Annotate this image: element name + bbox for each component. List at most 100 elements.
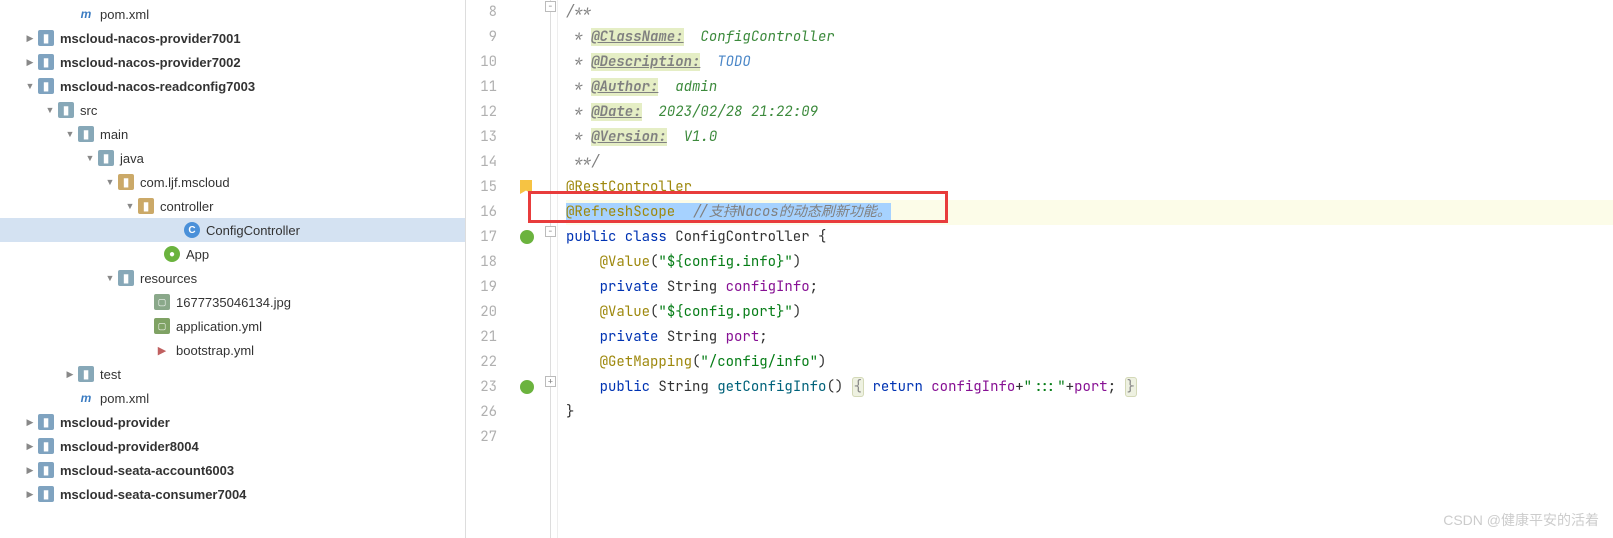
- expand-arrow-icon[interactable]: ▶: [64, 368, 76, 380]
- module-icon: ▮: [38, 54, 54, 70]
- expand-arrow-icon[interactable]: ▼: [104, 272, 116, 284]
- fold-icon[interactable]: −: [545, 226, 556, 237]
- code-area[interactable]: /** * @ClassName: ConfigController * @De…: [558, 0, 1613, 538]
- tree-item-label: App: [186, 247, 209, 262]
- tree-item-pom-xml[interactable]: mpom.xml: [0, 386, 465, 410]
- expand-arrow-icon[interactable]: ▶: [24, 488, 36, 500]
- tree-item-mscloud-seata-account6003[interactable]: ▶▮ mscloud-seata-account6003: [0, 458, 465, 482]
- tree-item-1677735046134-jpg[interactable]: ▢1677735046134.jpg: [0, 290, 465, 314]
- gutter-mark: [516, 50, 544, 75]
- code-line[interactable]: public String getConfigInfo() { return c…: [566, 375, 1613, 400]
- code-line[interactable]: public class ConfigController {: [566, 225, 1613, 250]
- expand-arrow-icon[interactable]: ▶: [24, 32, 36, 44]
- code-line[interactable]: private String configInfo;: [566, 275, 1613, 300]
- gutter-mark: [516, 125, 544, 150]
- spring-icon[interactable]: [520, 230, 534, 244]
- folder-icon: ▮: [78, 126, 94, 142]
- spring-icon: ●: [164, 246, 180, 262]
- fold-icon[interactable]: +: [545, 376, 556, 387]
- tree-item-resources[interactable]: ▼▮resources: [0, 266, 465, 290]
- tree-item-label: resources: [140, 271, 197, 286]
- code-line[interactable]: @GetMapping("/config/info"): [566, 350, 1613, 375]
- folder-icon: ▮: [58, 102, 74, 118]
- expand-arrow-icon[interactable]: ▼: [64, 128, 76, 140]
- tree-item-mscloud-seata-consumer7004[interactable]: ▶▮mscloud-seata-consumer7004: [0, 482, 465, 506]
- tree-item-label: application.yml: [176, 319, 262, 334]
- tree-item-controller[interactable]: ▼▮controller: [0, 194, 465, 218]
- code-line[interactable]: @Value("${config.port}"): [566, 300, 1613, 325]
- project-tree[interactable]: mpom.xml▶▮mscloud-nacos-provider7001▶▮ms…: [0, 0, 466, 538]
- line-number: 12: [466, 100, 497, 125]
- line-number: 11: [466, 75, 497, 100]
- code-line[interactable]: @RestController: [566, 175, 1613, 200]
- tree-item-label: java: [120, 151, 144, 166]
- expand-arrow-icon[interactable]: ▼: [104, 176, 116, 188]
- expand-arrow-icon[interactable]: ▶: [24, 464, 36, 476]
- tree-item-mscloud-provider8004[interactable]: ▶▮mscloud-provider8004: [0, 434, 465, 458]
- gutter-mark: [516, 25, 544, 50]
- folder-icon: ▮: [98, 150, 114, 166]
- expand-arrow-icon[interactable]: ▼: [84, 152, 96, 164]
- code-line[interactable]: }: [566, 400, 1613, 425]
- tree-item-java[interactable]: ▼▮ java: [0, 146, 465, 170]
- tree-item-label: mscloud-nacos-readconfig7003: [60, 79, 255, 94]
- tree-item-mscloud-nacos-readconfig7003[interactable]: ▼▮mscloud-nacos-readconfig7003: [0, 74, 465, 98]
- module-icon: ▮: [38, 462, 54, 478]
- line-number: 17: [466, 225, 497, 250]
- tree-item-application-yml[interactable]: ▢ application.yml: [0, 314, 465, 338]
- code-editor[interactable]: 8910111213141516171819202122232627 − − +…: [466, 0, 1613, 538]
- tree-item-bootstrap-yml[interactable]: ▶bootstrap.yml: [0, 338, 465, 362]
- tree-item-pom-xml[interactable]: mpom.xml: [0, 2, 465, 26]
- tree-item-mscloud-nacos-provider7002[interactable]: ▶▮mscloud-nacos-provider7002: [0, 50, 465, 74]
- tree-item-com-ljf-mscloud[interactable]: ▼▮ com.ljf.mscloud: [0, 170, 465, 194]
- tree-item-app[interactable]: ● App: [0, 242, 465, 266]
- tree-item-test[interactable]: ▶▮ test: [0, 362, 465, 386]
- tree-item-main[interactable]: ▼▮ main: [0, 122, 465, 146]
- tree-item-src[interactable]: ▼▮src: [0, 98, 465, 122]
- code-line[interactable]: @Value("${config.info}"): [566, 250, 1613, 275]
- code-line[interactable]: * @Description: TODO: [566, 50, 1613, 75]
- expand-arrow-icon: [150, 248, 162, 260]
- img-icon: ▢: [154, 294, 170, 310]
- expand-arrow-icon[interactable]: ▶: [24, 416, 36, 428]
- tree-item-mscloud-provider[interactable]: ▶▮mscloud-provider: [0, 410, 465, 434]
- line-number: 27: [466, 425, 497, 450]
- tree-item-label: mscloud-seata-account6003: [60, 463, 234, 478]
- yml-icon: ▢: [154, 318, 170, 334]
- code-line[interactable]: @RefreshScope //支持Nacos的动态刷新功能。: [566, 200, 1613, 225]
- code-line[interactable]: * @ClassName: ConfigController: [566, 25, 1613, 50]
- module-icon: ▮: [38, 30, 54, 46]
- code-line[interactable]: /**: [566, 0, 1613, 25]
- expand-arrow-icon[interactable]: ▶: [24, 56, 36, 68]
- code-line[interactable]: * @Author: admin: [566, 75, 1613, 100]
- tree-item-label: pom.xml: [100, 7, 149, 22]
- expand-arrow-icon[interactable]: ▼: [124, 200, 136, 212]
- code-line[interactable]: * @Version: V1.0: [566, 125, 1613, 150]
- expand-arrow-icon[interactable]: ▼: [24, 80, 36, 92]
- module-icon: ▮: [38, 414, 54, 430]
- bookmark-icon[interactable]: [520, 180, 532, 194]
- expand-arrow-icon: [64, 392, 76, 404]
- expand-arrow-icon[interactable]: ▼: [44, 104, 56, 116]
- tree-item-configcontroller[interactable]: CConfigController: [0, 218, 465, 242]
- tree-item-mscloud-nacos-provider7001[interactable]: ▶▮mscloud-nacos-provider7001: [0, 26, 465, 50]
- expand-arrow-icon[interactable]: ▶: [24, 440, 36, 452]
- fold-icon[interactable]: −: [545, 1, 556, 12]
- fold-column[interactable]: − − +: [544, 0, 558, 538]
- folder-icon: ▮: [78, 366, 94, 382]
- tree-item-label: test: [100, 367, 121, 382]
- spring-icon[interactable]: [520, 380, 534, 394]
- tree-item-label: com.ljf.mscloud: [140, 175, 230, 190]
- code-line[interactable]: private String port;: [566, 325, 1613, 350]
- code-line[interactable]: * @Date: 2023/02/28 21:22:09: [566, 100, 1613, 125]
- tree-item-label: main: [100, 127, 128, 142]
- module-icon: ▮: [38, 486, 54, 502]
- line-number: 16: [466, 200, 497, 225]
- code-line[interactable]: [566, 425, 1613, 450]
- code-line[interactable]: **/: [566, 150, 1613, 175]
- package-icon: ▮: [118, 174, 134, 190]
- expand-arrow-icon: [140, 320, 152, 332]
- expand-arrow-icon: [170, 224, 182, 236]
- watermark: CSDN @健康平安的活着: [1443, 510, 1599, 530]
- line-number: 9: [466, 25, 497, 50]
